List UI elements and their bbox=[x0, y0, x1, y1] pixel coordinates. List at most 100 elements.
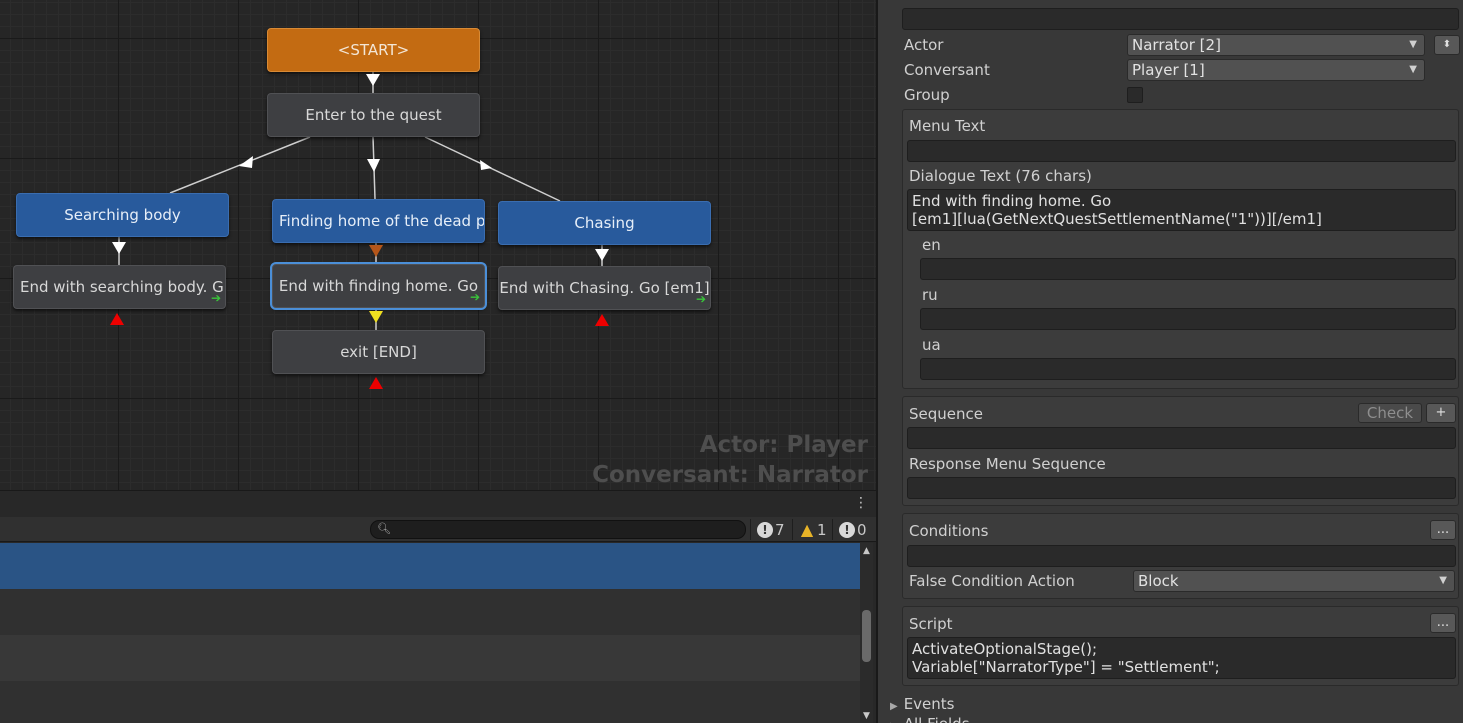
warning-count: 1 bbox=[817, 520, 827, 539]
link-arrow-icon bbox=[367, 159, 380, 172]
false-condition-action-label: False Condition Action bbox=[909, 572, 1075, 590]
more-options-icon[interactable]: ⋮ bbox=[854, 495, 868, 511]
node-end-searching[interactable]: End with searching body. G ➔ bbox=[13, 265, 226, 309]
check-button[interactable]: Check bbox=[1358, 403, 1422, 423]
link-enter-chasing bbox=[424, 136, 561, 202]
node-end-finding[interactable]: End with finding home. Go ➔ bbox=[272, 264, 485, 308]
info-count-toggle[interactable]: ! 7 bbox=[750, 519, 785, 540]
node-end-searching-label: End with searching body. G bbox=[20, 278, 224, 296]
node-enter-quest[interactable]: Enter to the quest bbox=[267, 93, 480, 137]
node-exit-label: exit [END] bbox=[340, 343, 417, 361]
link-enter-searching bbox=[169, 136, 311, 194]
false-condition-action-value: Block bbox=[1138, 572, 1179, 590]
response-menu-sequence-field[interactable] bbox=[907, 477, 1456, 499]
actor-swap-button[interactable]: ⬍ bbox=[1434, 35, 1460, 55]
node-enter-quest-label: Enter to the quest bbox=[305, 106, 442, 124]
node-start[interactable]: <START> bbox=[267, 28, 480, 72]
link-out-icon: ➔ bbox=[695, 292, 706, 306]
locale-ru-label: ru bbox=[922, 286, 938, 304]
node-end-chasing[interactable]: End with Chasing. Go [em1] ➔ bbox=[498, 266, 711, 310]
node-end-finding-label: End with finding home. Go bbox=[278, 277, 479, 295]
no-link-warning-icon bbox=[595, 314, 609, 326]
menu-text-field[interactable] bbox=[907, 140, 1456, 162]
error-count-toggle[interactable]: ! 0 bbox=[832, 519, 867, 540]
dialogue-text-area[interactable]: End with finding home. Go [em1][lua(GetN… bbox=[907, 189, 1456, 231]
no-link-warning-icon bbox=[369, 377, 383, 389]
response-menu-sequence-label: Response Menu Sequence bbox=[909, 455, 1106, 473]
locale-ru-field[interactable] bbox=[920, 308, 1456, 330]
console-panel: ⋮ 🔍︎ ! 7 ▲ 1 ! 0 ▲ ▼ bbox=[0, 490, 876, 723]
conditions-wizard-button[interactable]: ... bbox=[1430, 520, 1456, 540]
console-search-input[interactable]: 🔍︎ bbox=[370, 520, 746, 539]
node-start-label: <START> bbox=[337, 41, 410, 59]
warning-count-toggle[interactable]: ▲ 1 bbox=[792, 519, 827, 540]
node-searching-body-label: Searching body bbox=[64, 206, 181, 224]
group-label: Group bbox=[904, 86, 950, 104]
warning-icon: ▲ bbox=[800, 520, 814, 539]
info-icon: ! bbox=[757, 521, 773, 538]
arrow-down-icon bbox=[366, 74, 380, 86]
locale-ua-field[interactable] bbox=[920, 358, 1456, 380]
node-finding-home-label: Finding home of the dead p bbox=[279, 212, 485, 230]
node-finding-home[interactable]: Finding home of the dead p bbox=[272, 199, 485, 243]
actor-value: Narrator [2] bbox=[1132, 36, 1221, 54]
script-wizard-button[interactable]: ... bbox=[1430, 613, 1456, 633]
add-sequence-button[interactable]: + bbox=[1426, 403, 1456, 423]
all-fields-label: All Fields bbox=[904, 715, 970, 723]
arrow-down-icon bbox=[369, 311, 383, 323]
node-end-chasing-label: End with Chasing. Go [em1] bbox=[499, 279, 710, 297]
conversant-dropdown[interactable]: Player [1] ▼ bbox=[1127, 59, 1425, 81]
conversant-label: Conversant bbox=[904, 61, 990, 79]
no-link-warning-icon bbox=[110, 313, 124, 325]
link-out-icon: ➔ bbox=[469, 290, 480, 304]
dialogue-graph-canvas[interactable]: <START> Enter to the quest Searching bod… bbox=[0, 0, 876, 490]
actor-dropdown[interactable]: Narrator [2] ▼ bbox=[1127, 34, 1425, 56]
link-out-icon: ➔ bbox=[210, 291, 221, 305]
events-label: Events bbox=[903, 695, 955, 713]
log-row-selected[interactable] bbox=[0, 543, 860, 589]
conversant-overlay: Conversant: Narrator bbox=[592, 462, 868, 488]
conversant-value: Player [1] bbox=[1132, 61, 1205, 79]
node-searching-body[interactable]: Searching body bbox=[16, 193, 229, 237]
log-row[interactable] bbox=[0, 681, 860, 723]
events-foldout[interactable]: ▶ Events bbox=[890, 695, 955, 713]
arrow-down-icon bbox=[112, 242, 126, 254]
console-toolbar: 🔍︎ ! 7 ▲ 1 ! 0 bbox=[0, 517, 876, 542]
locale-en-field[interactable] bbox=[920, 258, 1456, 280]
chevron-down-icon: ▼ bbox=[1409, 64, 1417, 75]
actor-label: Actor bbox=[904, 36, 944, 54]
conditions-field[interactable] bbox=[907, 545, 1456, 567]
false-condition-action-dropdown[interactable]: Block ▼ bbox=[1133, 570, 1455, 592]
search-icon: 🔍︎ bbox=[377, 522, 391, 535]
conditions-label: Conditions bbox=[909, 522, 989, 540]
group-checkbox[interactable] bbox=[1127, 87, 1143, 103]
locale-ua-label: ua bbox=[922, 336, 941, 354]
scrollbar-thumb[interactable] bbox=[862, 610, 871, 662]
error-count: 0 bbox=[857, 520, 867, 539]
all-fields-foldout[interactable]: ▶All Fields bbox=[890, 715, 970, 723]
node-chasing-label: Chasing bbox=[574, 214, 635, 232]
script-text-area[interactable]: ActivateOptionalStage(); Variable["Narra… bbox=[907, 637, 1456, 679]
menu-text-label: Menu Text bbox=[909, 117, 986, 135]
node-exit[interactable]: exit [END] bbox=[272, 330, 485, 374]
scroll-down-icon[interactable]: ▼ bbox=[860, 711, 873, 721]
link-arrow-icon bbox=[239, 156, 253, 168]
top-field[interactable] bbox=[902, 8, 1459, 30]
console-scrollbar[interactable]: ▲ ▼ bbox=[860, 543, 873, 723]
arrow-down-icon bbox=[369, 245, 383, 257]
inspector-panel: Actor Narrator [2] ▼ ⬍ Conversant Player… bbox=[876, 0, 1463, 723]
log-row[interactable] bbox=[0, 635, 860, 681]
chevron-down-icon: ▼ bbox=[1409, 39, 1417, 50]
log-row[interactable] bbox=[0, 589, 860, 635]
actor-overlay: Actor: Player bbox=[699, 432, 868, 458]
info-count: 7 bbox=[775, 520, 785, 539]
sequence-label: Sequence bbox=[909, 405, 983, 423]
scroll-up-icon[interactable]: ▲ bbox=[860, 546, 873, 556]
script-label: Script bbox=[909, 615, 953, 633]
foldout-arrow-icon: ▶ bbox=[890, 701, 898, 712]
node-chasing[interactable]: Chasing bbox=[498, 201, 711, 245]
error-icon: ! bbox=[839, 521, 855, 538]
chevron-down-icon: ▼ bbox=[1439, 575, 1447, 586]
sequence-field[interactable] bbox=[907, 427, 1456, 449]
arrow-down-icon bbox=[595, 249, 609, 261]
